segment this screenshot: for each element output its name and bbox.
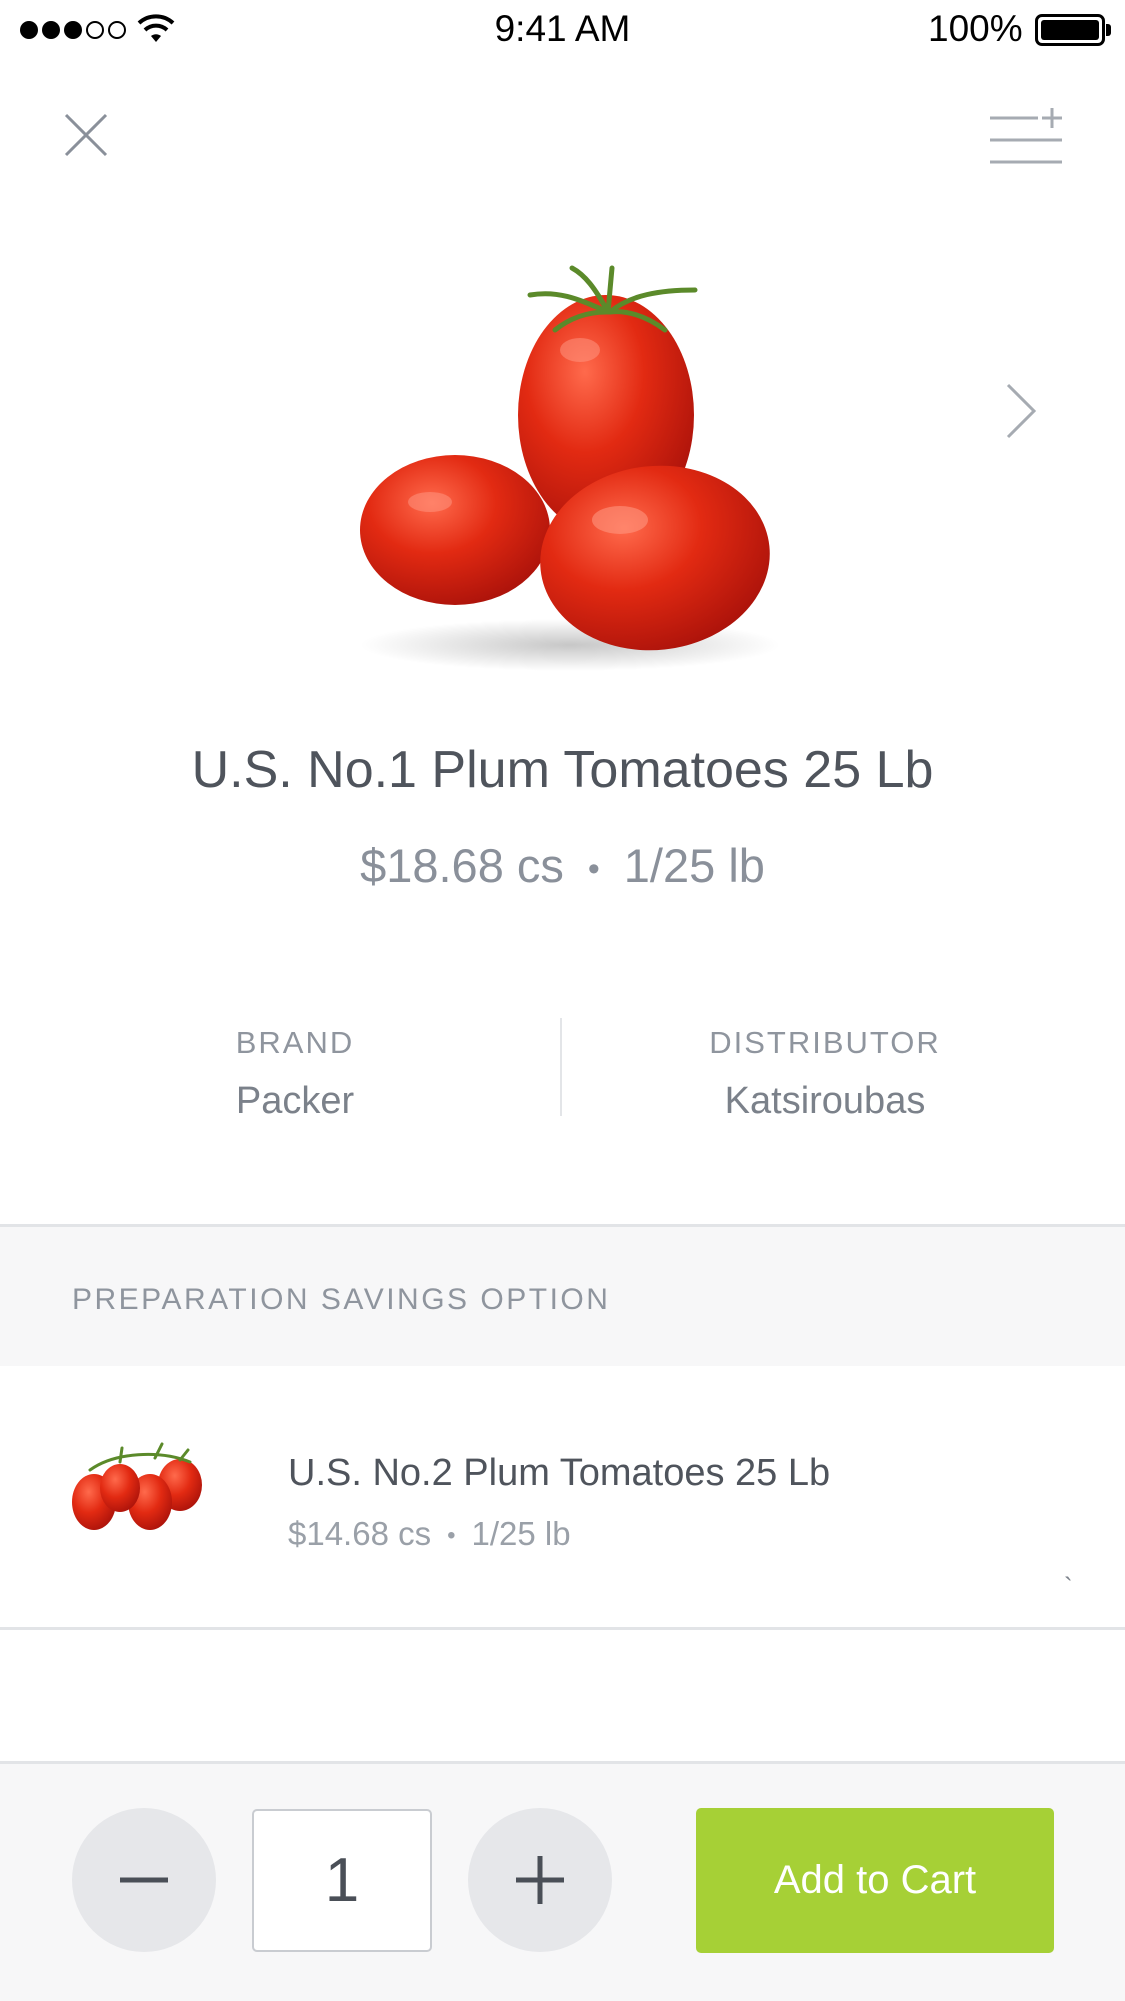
savings-option-pack-size: 1/25 lb: [471, 1515, 571, 1552]
savings-option-mark: `: [1064, 1572, 1073, 1602]
info-divider: [560, 1018, 562, 1116]
product-pack-size: 1/25 lb: [623, 839, 765, 892]
brand-label: BRAND: [235, 1025, 355, 1060]
product-price-line: $18.68 cs • 1/25 lb: [0, 838, 1125, 893]
product-price: $18.68 cs: [360, 839, 564, 892]
price-separator: •: [587, 850, 600, 889]
battery-cap: [1106, 24, 1111, 36]
brand-value: Packer: [235, 1080, 355, 1122]
quantity-input[interactable]: [252, 1809, 432, 1952]
decrease-quantity-button[interactable]: [72, 1808, 216, 1952]
battery-percentage: 100%: [928, 8, 1023, 49]
distributor-label: DISTRIBUTOR: [709, 1025, 941, 1060]
increase-quantity-button[interactable]: [468, 1808, 612, 1952]
battery-icon: [1035, 14, 1105, 46]
add-to-cart-button[interactable]: Add to Cart: [696, 1808, 1054, 1953]
savings-price-separator: •: [447, 1522, 456, 1550]
product-title: U.S. No.1 Plum Tomatoes 25 Lb: [191, 741, 934, 799]
chevron-right-icon[interactable]: [992, 375, 1048, 447]
close-icon[interactable]: [56, 105, 116, 165]
savings-option-title: U.S. No.2 Plum Tomatoes 25 Lb: [288, 1452, 831, 1494]
savings-option-price-line: $14.68 cs • 1/25 lb: [288, 1515, 571, 1553]
status-bar: 9:41 AM 100%: [0, 0, 1125, 64]
add-to-list-icon[interactable]: [982, 106, 1068, 172]
savings-option-image: [72, 1442, 202, 1530]
savings-option-price: $14.68 cs: [288, 1515, 432, 1552]
product-image: [360, 265, 780, 671]
savings-section-title: PREPARATION SAVINGS OPTION: [72, 1283, 611, 1316]
distributor-value: Katsiroubas: [724, 1080, 926, 1122]
